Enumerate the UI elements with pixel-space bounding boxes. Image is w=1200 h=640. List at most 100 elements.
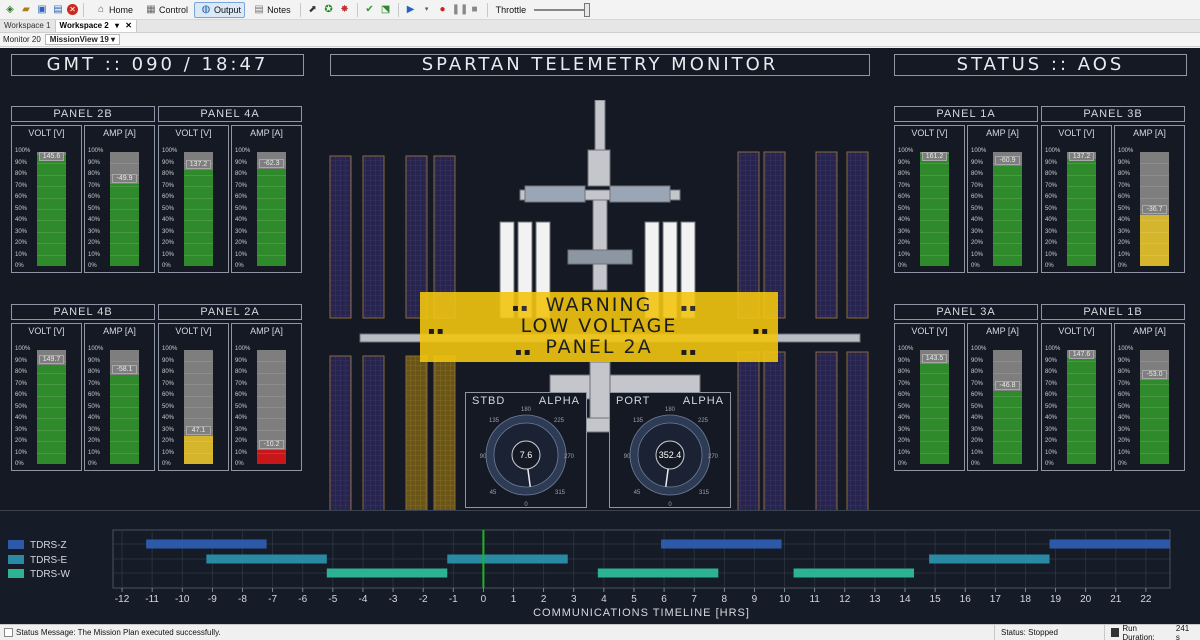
volt-bar: 47.1: [184, 350, 213, 464]
scale-tick-label: 80%: [971, 369, 984, 375]
volt-gauge: VOLT [V] 100% 90% 80% 70% 60% 50% 40% 30% 20% 10% 0…: [1041, 323, 1112, 471]
play-dropdown-icon[interactable]: ▾: [420, 3, 434, 17]
warning-line-3: PANEL 2A: [545, 336, 653, 358]
control-button[interactable]: ▦ Control: [139, 2, 192, 18]
gridline: [1140, 361, 1169, 363]
contact-window-bar: [661, 539, 782, 549]
gmt-readout: GMT :: 090 / 18:47: [11, 54, 304, 76]
gridline: [184, 407, 213, 408]
tools-dropdown-icon[interactable]: ✸: [338, 3, 352, 17]
timeline-tick-label: -3: [389, 594, 398, 605]
scale-tick-label: 70%: [235, 182, 248, 189]
scale-tick-label: 80%: [971, 171, 984, 177]
scale-tick-label: 60%: [898, 194, 911, 200]
gridline: [257, 372, 286, 374]
timeline-tick-label: 18: [1020, 594, 1032, 605]
gridline: [257, 395, 286, 397]
gridline: [257, 231, 286, 233]
gridline: [1067, 174, 1096, 176]
throttle-slider[interactable]: [534, 2, 591, 17]
gridline: [37, 395, 66, 397]
cursor-dropdown-icon[interactable]: ⬈: [306, 3, 320, 17]
timeline-tick-label: 20: [1080, 594, 1092, 605]
amp-bar: -46.8: [993, 350, 1022, 464]
amp-bar-fill: [1140, 214, 1169, 266]
gridline: [110, 163, 139, 165]
scale-tick-label: 90%: [1118, 159, 1131, 166]
scale-tick-label: 60%: [235, 194, 248, 200]
amp-bar: -62.3: [257, 152, 286, 266]
tab-dropdown-icon[interactable]: ▾: [115, 21, 119, 30]
dial-tick-label: 90: [480, 454, 487, 460]
gridline: [110, 361, 139, 363]
record-icon[interactable]: ●: [436, 3, 450, 17]
gridline: [184, 452, 213, 454]
pause-icon[interactable]: ❚❚: [452, 3, 469, 17]
volt-value: 145.6: [39, 152, 64, 161]
save-all-icon[interactable]: ▤: [51, 3, 65, 17]
timeline-tick-label: -4: [358, 594, 367, 605]
home-button[interactable]: ⌂ Home: [89, 2, 137, 18]
amp-label: AMP [A]: [1133, 128, 1166, 138]
scale-tick-label: 50%: [1118, 205, 1131, 212]
station-modules: [499, 100, 701, 433]
check-icon[interactable]: ✔: [363, 3, 377, 17]
gridline: [1140, 186, 1169, 188]
gridline: [110, 407, 139, 408]
gridline: [993, 220, 1022, 222]
dial-tick-label: 270: [708, 454, 719, 460]
close-icon[interactable]: ✕: [67, 4, 78, 15]
gridline: [1067, 418, 1096, 420]
timeline-tick-label: -9: [208, 594, 217, 605]
volt-gauge: VOLT [V] 100% 90% 80% 70% 60% 50% 40% 30% 20% 10% 0…: [894, 125, 965, 273]
gridline: [1140, 418, 1169, 420]
play-icon[interactable]: ▶: [404, 3, 418, 17]
volt-bar: 161.2: [920, 152, 949, 266]
timeline-tick-label: -8: [238, 594, 247, 605]
scale-tick-label: 40%: [15, 415, 28, 421]
mission-view-select[interactable]: MissionView 19 ▾: [44, 34, 121, 45]
scale-tick-label: 60%: [1045, 194, 1058, 200]
gridline: [37, 174, 66, 176]
gridline: [110, 441, 139, 443]
contact-window-bar: [929, 554, 1050, 564]
gauge-scale: 100% 90% 80% 70% 60% 50% 40% 30% 20% 10% 0%: [235, 146, 250, 273]
stop-icon[interactable]: ■: [468, 3, 482, 17]
scale-tick-label: 90%: [898, 357, 911, 364]
amp-value: -46.8: [995, 381, 1020, 391]
new-icon[interactable]: ◈: [3, 3, 17, 17]
contact-window-bar: [597, 568, 719, 578]
status-bar: Status Message: The Mission Plan execute…: [0, 624, 1200, 640]
gauge-scale: 100% 90% 80% 70% 60% 50% 40% 30% 20% 10% 0%: [15, 344, 30, 471]
throttle-slider-thumb[interactable]: [584, 2, 591, 17]
build-icon[interactable]: ⬔: [379, 3, 393, 17]
scale-tick-label: 90%: [15, 159, 28, 166]
tab-workspace-1[interactable]: Workspace 1: [0, 20, 56, 32]
tab-close-icon[interactable]: ✕: [125, 21, 132, 30]
script-dropdown-icon[interactable]: ✪: [322, 3, 336, 17]
gridline: [37, 418, 66, 420]
timeline-tick-label: -12: [115, 594, 130, 605]
output-label: Output: [214, 4, 242, 15]
scale-tick-label: 50%: [1118, 403, 1131, 410]
contact-window-bar: [206, 554, 327, 564]
amp-value: -62.3: [259, 159, 284, 169]
gridline: [993, 186, 1022, 188]
gridline: [920, 384, 949, 386]
gridline: [110, 209, 139, 210]
notes-button[interactable]: ▤ Notes: [247, 2, 295, 18]
gridline: [1140, 220, 1169, 222]
panel-title: PANEL 2A: [158, 304, 302, 320]
scale-tick-label: 0%: [88, 461, 97, 467]
volt-value: 149.7: [39, 354, 64, 364]
scale-tick-label: 30%: [898, 426, 911, 433]
save-icon[interactable]: ▣: [35, 3, 49, 17]
tab-workspace-2[interactable]: Workspace 2 ▾ ✕: [55, 20, 137, 32]
output-button[interactable]: ◍ Output: [194, 1, 246, 18]
volt-value: 147.6: [1069, 350, 1094, 359]
volt-gauge: VOLT [V] 100% 90% 80% 70% 60% 50% 40% 30% 20% 10% 0…: [894, 323, 965, 471]
gridline: [37, 384, 66, 386]
gauge-scale: 100% 90% 80% 70% 60% 50% 40% 30% 20% 10% 0%: [88, 344, 103, 471]
timeline-tick-label: 0: [481, 594, 487, 605]
open-folder-icon[interactable]: ▰: [19, 3, 33, 17]
